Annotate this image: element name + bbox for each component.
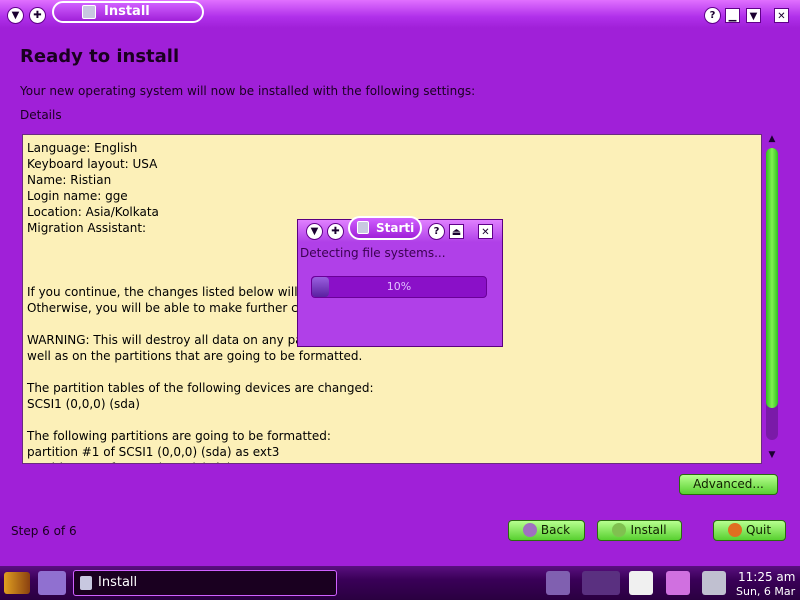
window-title: Install — [104, 4, 150, 19]
installer-app-icon — [82, 5, 96, 19]
details-scrollbar[interactable]: ▲ ▼ — [764, 134, 780, 464]
window-menu-down-icon[interactable]: ▼ — [8, 8, 23, 23]
dialog-pin-plus-icon[interactable]: ✚ — [328, 224, 343, 239]
quit-button[interactable]: Quit — [713, 520, 786, 541]
dialog-menu-down-icon[interactable]: ▼ — [307, 224, 322, 239]
mail-icon[interactable] — [666, 571, 690, 595]
close-icon[interactable]: ✕ — [774, 8, 789, 23]
start-menu-logo-icon[interactable] — [4, 572, 30, 594]
dialog-close-icon[interactable]: ✕ — [478, 224, 493, 239]
details-line: The partition tables of the following de… — [27, 381, 374, 395]
details-line: Keyboard layout: USA — [27, 157, 158, 171]
details-line: The following partitions are going to be… — [27, 429, 331, 443]
details-line — [27, 364, 761, 380]
taskbar-item-install[interactable]: Install — [73, 570, 337, 596]
taskbar-item-label: Install — [98, 575, 138, 590]
window-pin-plus-icon[interactable]: ✚ — [30, 8, 45, 23]
home-folder-icon[interactable] — [38, 571, 66, 595]
dialog-maximize-icon[interactable]: ⏏ — [449, 224, 464, 239]
progress-dialog: ▼ ✚ Starti ? ⏏ ✕ Detecting file systems.… — [297, 216, 503, 347]
back-arrow-icon — [522, 523, 537, 537]
details-line: Login name: gge — [27, 189, 128, 203]
back-button-label: Back — [540, 523, 571, 537]
scroll-down-icon[interactable]: ▼ — [766, 450, 778, 460]
details-label: Details — [20, 108, 62, 122]
details-line: SCSI1 (0,0,0) (sda) — [27, 397, 140, 411]
clipboard-icon[interactable] — [629, 571, 653, 595]
taskbar: Install — [0, 566, 800, 600]
progress-bar: 10% — [311, 276, 487, 298]
window-title-pill: Install — [52, 1, 204, 23]
install-button[interactable]: Install — [597, 520, 682, 541]
scroll-up-icon[interactable]: ▲ — [766, 134, 778, 144]
step-indicator: Step 6 of 6 — [11, 524, 77, 538]
details-line: partition #1 of SCSI1 (0,0,0) (sda) as e… — [27, 445, 280, 459]
dialog-title: Starti — [376, 221, 415, 235]
details-line: Name: Ristian — [27, 173, 112, 187]
dialog-status-text: Detecting file systems... — [300, 246, 446, 260]
progress-label: 10% — [386, 280, 412, 293]
maximize-icon[interactable]: ▼ — [746, 8, 761, 23]
checkmark-icon — [612, 523, 627, 537]
minimize-icon[interactable]: ▁ — [725, 8, 740, 23]
details-line: well as on the partitions that are going… — [27, 349, 363, 363]
back-button[interactable]: Back — [508, 520, 585, 541]
dialog-help-icon[interactable]: ? — [429, 224, 444, 239]
details-line — [27, 412, 761, 428]
dialog-title-pill: Starti — [348, 216, 422, 240]
intro-text: Your new operating system will now be in… — [20, 84, 476, 98]
details-line: Language: English — [27, 141, 138, 155]
help-icon[interactable]: ? — [705, 8, 720, 23]
window-titlebar: ▼ ✚ Install ? ▁ ▼ ✕ — [0, 0, 800, 28]
advanced-button[interactable]: Advanced... — [679, 474, 778, 495]
install-button-label: Install — [630, 523, 667, 537]
workspace-switcher-icon[interactable] — [582, 571, 620, 595]
dialog-app-icon — [357, 221, 369, 234]
dialog-titlebar: ▼ ✚ Starti ? ⏏ ✕ — [298, 216, 502, 242]
quit-button-label: Quit — [745, 523, 772, 537]
network-icon[interactable] — [546, 571, 570, 595]
usb-device-icon[interactable] — [702, 571, 726, 595]
page-title: Ready to install — [20, 46, 180, 67]
scrollbar-thumb[interactable] — [766, 148, 778, 408]
quit-x-icon — [727, 523, 742, 537]
clock-time[interactable]: 11:25 am — [738, 570, 795, 584]
taskbar-app-icon — [80, 576, 92, 590]
clock-date[interactable]: Sun, 6 Mar — [736, 585, 795, 598]
details-line: partition #5 of SCSI1 (0,0,0) (sda) as s… — [27, 460, 761, 463]
